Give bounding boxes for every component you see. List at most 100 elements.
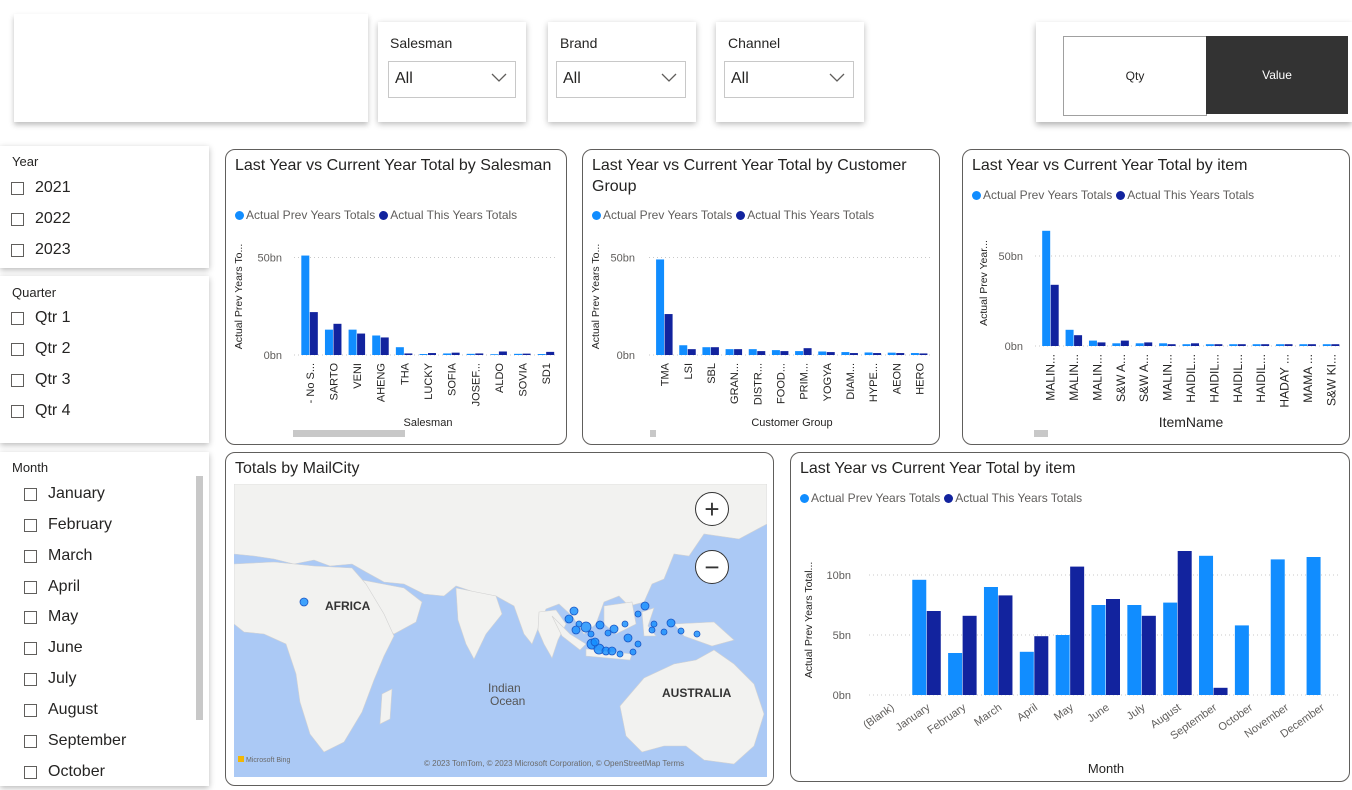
map-bubble[interactable]: [666, 618, 676, 628]
chart-scrollbar[interactable]: [650, 430, 656, 437]
brand-slicer-label: Brand: [560, 35, 598, 51]
bar: [1307, 344, 1316, 346]
map-bubble[interactable]: [623, 633, 633, 643]
x-tick-label: May: [1052, 701, 1076, 723]
filter-option-qtr3[interactable]: Qtr 3: [11, 371, 71, 389]
map-bubble[interactable]: [569, 606, 579, 616]
filter-option-qtr1[interactable]: Qtr 1: [11, 309, 71, 327]
checkbox-icon: [24, 734, 37, 748]
bar: [983, 587, 998, 695]
x-tick-label: MALIN...: [1090, 354, 1104, 401]
x-tick-label: MALIN...: [1067, 354, 1081, 401]
map-bubble[interactable]: [640, 601, 650, 611]
x-tick-label: July: [1125, 701, 1148, 722]
map-label-ocean-2: Ocean: [490, 694, 525, 708]
x-tick-label: HYPE...: [868, 363, 880, 402]
chart-scrollbar[interactable]: [293, 430, 405, 437]
filter-option-january[interactable]: January: [24, 485, 105, 503]
y-axis-label: Actual Prev Year...: [978, 240, 990, 326]
filter-option-april[interactable]: April: [24, 578, 80, 596]
x-axis-label: Salesman: [404, 417, 453, 429]
salesman-slicer: Salesman All: [378, 22, 526, 122]
option-label: September: [48, 732, 127, 749]
year-filter-card: Year 2021 2022 2023: [0, 146, 209, 268]
bar: [849, 353, 858, 355]
map-bubble[interactable]: [621, 620, 629, 628]
map-bubble[interactable]: [607, 646, 617, 656]
filter-option-qtr2[interactable]: Qtr 2: [11, 340, 71, 358]
bar: [1163, 602, 1178, 695]
map-bubble[interactable]: [590, 637, 600, 647]
value-toggle-button[interactable]: Value: [1206, 36, 1348, 114]
map-bubble[interactable]: [629, 648, 637, 656]
filter-option-may[interactable]: May: [24, 608, 78, 626]
map-bubble[interactable]: [648, 626, 656, 634]
filter-option-2023[interactable]: 2023: [11, 241, 71, 259]
checkbox-icon: [24, 703, 37, 717]
bar: [522, 353, 531, 355]
filter-option-august[interactable]: August: [24, 701, 98, 719]
measure-toggle: Qty Value: [1036, 22, 1352, 122]
filter-option-2021[interactable]: 2021: [11, 179, 71, 197]
bar: [466, 353, 475, 355]
filter-option-july[interactable]: July: [24, 670, 76, 688]
map-canvas[interactable]: AFRICA AUSTRALIA Indian Ocean Microsoft …: [234, 484, 767, 777]
map-bubble[interactable]: [677, 627, 685, 635]
filter-option-2022[interactable]: 2022: [11, 210, 71, 228]
brand-dropdown[interactable]: All: [556, 61, 686, 98]
map-bubble[interactable]: [571, 625, 581, 635]
map-bubble[interactable]: [650, 620, 658, 628]
map-bubble[interactable]: [587, 630, 595, 638]
month-list-scrollbar[interactable]: [196, 476, 203, 720]
map-bubble[interactable]: [595, 620, 605, 630]
map-bubble[interactable]: [693, 630, 701, 638]
map-bubble[interactable]: [564, 614, 574, 624]
bar: [1074, 335, 1083, 346]
filter-option-qtr4[interactable]: Qtr 4: [11, 402, 71, 420]
map-bubble[interactable]: [660, 628, 668, 636]
x-tick-label: MALIN...: [1161, 354, 1175, 401]
filter-option-september[interactable]: September: [24, 732, 126, 750]
filter-option-june[interactable]: June: [24, 639, 83, 657]
filter-option-february[interactable]: February: [24, 516, 112, 534]
zoom-out-button[interactable]: −: [695, 550, 729, 584]
bar: [514, 353, 523, 355]
x-tick-label: AHENG: [376, 363, 388, 402]
map-bubble[interactable]: [634, 610, 642, 618]
checkbox-icon: [11, 373, 24, 387]
map-bubble[interactable]: [616, 650, 624, 658]
x-tick-label: February: [925, 701, 968, 736]
bing-label: Microsoft Bing: [246, 757, 290, 764]
bar: [1237, 344, 1246, 346]
filter-option-october[interactable]: October: [24, 763, 105, 781]
channel-dropdown-value: All: [731, 70, 749, 87]
qty-toggle-button[interactable]: Qty: [1063, 36, 1207, 116]
bar: [333, 323, 342, 355]
map-label-ocean-1: Indian: [488, 681, 521, 695]
map-bubble[interactable]: [580, 621, 592, 633]
y-tick-label: 50bn: [999, 251, 1023, 263]
map-bubble[interactable]: [634, 640, 642, 648]
map-bubble[interactable]: [609, 624, 619, 634]
y-tick-label: 5bn: [833, 630, 851, 642]
channel-dropdown[interactable]: All: [724, 61, 854, 98]
bar: [372, 335, 381, 355]
y-tick-label: 0bn: [1005, 341, 1023, 353]
x-tick-label: SARTO: [328, 363, 340, 401]
x-tick-label: SOVIA: [518, 362, 530, 396]
bar: [1322, 344, 1331, 346]
x-tick-label: S&W A...: [1114, 354, 1128, 402]
map-attribution[interactable]: © 2023 TomTom, © 2023 Microsoft Corporat…: [424, 759, 684, 768]
bar: [710, 347, 719, 355]
chart-scrollbar[interactable]: [1034, 430, 1048, 437]
x-axis-label: Customer Group: [751, 417, 832, 429]
minus-icon: −: [704, 552, 720, 582]
zoom-in-button[interactable]: +: [695, 492, 729, 526]
salesman-dropdown[interactable]: All: [388, 61, 516, 98]
x-tick-label: MALIN...: [1044, 354, 1058, 401]
option-label: March: [48, 547, 93, 564]
map-bubble[interactable]: [299, 597, 309, 607]
x-tick-label: S&W KI...: [1324, 354, 1338, 406]
filter-option-march[interactable]: March: [24, 547, 92, 565]
bar: [1091, 605, 1106, 695]
